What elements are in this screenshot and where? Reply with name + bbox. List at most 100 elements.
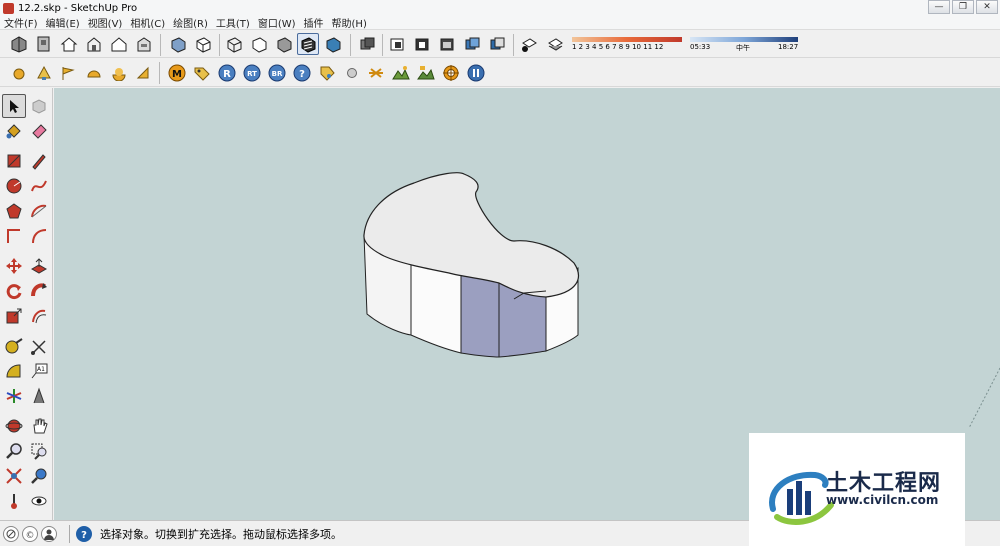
- menu-help[interactable]: 帮助(H): [328, 15, 371, 30]
- top-view-icon[interactable]: [83, 33, 105, 55]
- freehand-icon[interactable]: [27, 174, 51, 198]
- pan-icon[interactable]: [27, 414, 51, 438]
- layers-icon[interactable]: [461, 33, 483, 55]
- tag-icon[interactable]: [191, 62, 213, 84]
- br-icon[interactable]: BR: [266, 62, 288, 84]
- wedge-icon[interactable]: [132, 62, 154, 84]
- orbit-icon[interactable]: [2, 414, 26, 438]
- protractor-icon[interactable]: [2, 359, 26, 383]
- menu-view[interactable]: 视图(V): [84, 15, 127, 30]
- stretch-icon[interactable]: [365, 62, 387, 84]
- section-plane-icon[interactable]: [356, 33, 378, 55]
- shaded-icon[interactable]: [273, 33, 295, 55]
- polygon-icon[interactable]: [2, 199, 26, 223]
- scale-icon[interactable]: [2, 304, 26, 328]
- right-view-icon[interactable]: [133, 33, 155, 55]
- move-icon[interactable]: [2, 254, 26, 278]
- target-icon[interactable]: [440, 62, 462, 84]
- dimension-icon[interactable]: [27, 334, 51, 358]
- move-m-icon[interactable]: M: [166, 62, 188, 84]
- svg-text:BR: BR: [272, 70, 283, 78]
- look-around-icon[interactable]: [27, 489, 51, 513]
- monochrome-icon[interactable]: [322, 33, 344, 55]
- rotate-r-icon[interactable]: R: [216, 62, 238, 84]
- pause-icon[interactable]: [465, 62, 487, 84]
- menu-tools[interactable]: 工具(T): [212, 15, 254, 30]
- circle-icon[interactable]: [2, 174, 26, 198]
- zoom-window-icon[interactable]: [27, 439, 51, 463]
- price-tag-icon[interactable]: [316, 62, 338, 84]
- instructor-help-icon[interactable]: ?: [76, 525, 92, 542]
- materials-icon[interactable]: [33, 33, 55, 55]
- shaded-textures-icon[interactable]: [297, 33, 319, 55]
- components-icon[interactable]: [8, 33, 30, 55]
- flag-icon[interactable]: [57, 62, 79, 84]
- sphere-icon[interactable]: [8, 62, 30, 84]
- close-button[interactable]: ✕: [976, 0, 998, 14]
- menu-window[interactable]: 窗口(W): [254, 15, 300, 30]
- menu-edit[interactable]: 编辑(E): [42, 15, 84, 30]
- dome-icon[interactable]: [83, 62, 105, 84]
- iso-view-icon[interactable]: [58, 33, 80, 55]
- paint-bucket-icon[interactable]: [2, 119, 26, 143]
- zoom-icon[interactable]: [2, 439, 26, 463]
- menu-plugins[interactable]: 插件: [300, 15, 328, 30]
- window-controls: — ❐ ✕: [928, 0, 998, 14]
- select-icon[interactable]: [2, 94, 26, 118]
- text-icon[interactable]: A1: [27, 359, 51, 383]
- offset-icon[interactable]: [27, 304, 51, 328]
- 3d-text-icon[interactable]: [27, 384, 51, 408]
- xray-icon[interactable]: [167, 33, 189, 55]
- rectangle-icon[interactable]: [2, 149, 26, 173]
- pie-icon[interactable]: [27, 224, 51, 248]
- menu-draw[interactable]: 绘图(R): [169, 15, 212, 30]
- menu-camera[interactable]: 相机(C): [126, 15, 169, 30]
- zoom-extents-icon[interactable]: [2, 464, 26, 488]
- left-toolbar: A1: [0, 88, 53, 520]
- previous-view-icon[interactable]: [27, 464, 51, 488]
- arc-icon[interactable]: [27, 199, 51, 223]
- minimize-button[interactable]: —: [928, 0, 950, 14]
- back-edges-icon[interactable]: [192, 33, 214, 55]
- push-pull-icon[interactable]: [27, 254, 51, 278]
- display-shadows-icon[interactable]: [544, 33, 566, 55]
- half-sphere-icon[interactable]: [108, 62, 130, 84]
- pencil-icon[interactable]: [27, 149, 51, 173]
- follow-me-icon[interactable]: [27, 279, 51, 303]
- shadow-settings-icon[interactable]: [518, 33, 540, 55]
- make-component-icon[interactable]: [27, 94, 51, 118]
- menu-bar: 文件(F) 编辑(E) 视图(V) 相机(C) 绘图(R) 工具(T) 窗口(W…: [0, 16, 1000, 30]
- svg-text:?: ?: [299, 69, 305, 80]
- axes-icon[interactable]: [2, 384, 26, 408]
- display-section-planes-icon[interactable]: [386, 33, 408, 55]
- display-section-cuts-icon[interactable]: [411, 33, 433, 55]
- two-point-arc-icon[interactable]: [2, 224, 26, 248]
- credits-icon[interactable]: ©: [22, 525, 38, 542]
- tape-measure-icon[interactable]: [2, 334, 26, 358]
- help-icon[interactable]: ?: [291, 62, 313, 84]
- terrain-icon[interactable]: [390, 62, 412, 84]
- restore-button[interactable]: ❐: [952, 0, 974, 14]
- time-noon-label: 中午: [736, 44, 750, 52]
- window-title: 12.2.skp - SketchUp Pro: [18, 2, 138, 14]
- geo-location-icon[interactable]: [3, 525, 19, 542]
- hidden-line-icon[interactable]: [248, 33, 270, 55]
- wireframe-icon[interactable]: [223, 33, 245, 55]
- eraser-icon[interactable]: [27, 119, 51, 143]
- status-separator: [69, 524, 70, 543]
- terrain-edit-icon[interactable]: [415, 62, 437, 84]
- watermark: 土木工程网 www.civilcn.com: [749, 433, 965, 546]
- ball-icon[interactable]: [341, 62, 363, 84]
- outliner-icon[interactable]: [486, 33, 508, 55]
- svg-text:?: ?: [81, 530, 87, 540]
- display-section-fill-icon[interactable]: [436, 33, 458, 55]
- rt-icon[interactable]: RT: [241, 62, 263, 84]
- user-icon[interactable]: [41, 525, 57, 542]
- time-slider[interactable]: 05:33 中午 18:27: [690, 35, 798, 53]
- front-view-icon[interactable]: [108, 33, 130, 55]
- menu-file[interactable]: 文件(F): [0, 15, 42, 30]
- cone-icon[interactable]: [33, 62, 55, 84]
- month-slider[interactable]: 1 2 3 4 5 6 7 8 9 10 11 12: [572, 35, 682, 53]
- rotate-icon[interactable]: [2, 279, 26, 303]
- position-camera-icon[interactable]: [2, 489, 26, 513]
